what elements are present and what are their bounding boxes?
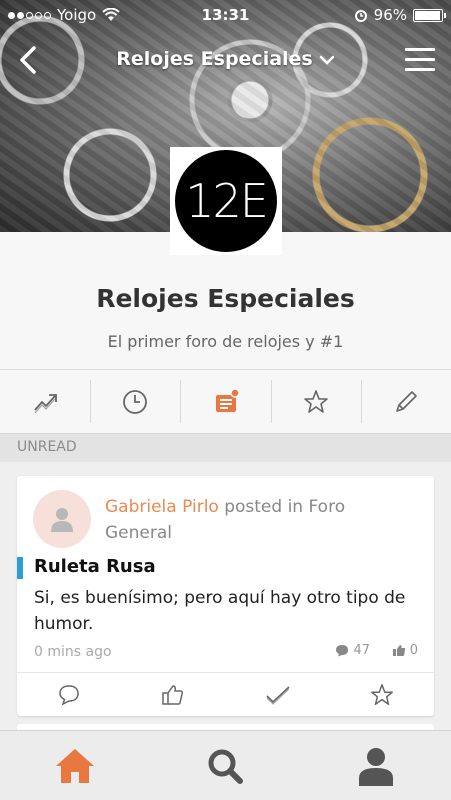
reply-button[interactable] bbox=[17, 673, 121, 716]
comment-count-value: 47 bbox=[353, 643, 370, 658]
chevron-down-icon bbox=[319, 49, 335, 71]
forum-switcher[interactable]: Relojes Especiales bbox=[0, 48, 451, 71]
star-icon bbox=[303, 389, 328, 413]
unread-icon bbox=[215, 387, 240, 412]
user-profile-icon bbox=[358, 747, 393, 786]
favorite-button[interactable] bbox=[330, 673, 434, 716]
thumbs-up-small-icon bbox=[392, 645, 405, 656]
star-outline-icon bbox=[370, 683, 393, 705]
user-icon bbox=[51, 508, 73, 532]
nav-home[interactable] bbox=[0, 731, 150, 800]
tab-compose[interactable] bbox=[360, 370, 451, 433]
comment-count: 47 bbox=[335, 643, 370, 658]
forum-logo: 12E bbox=[170, 147, 282, 255]
tab-favorites[interactable] bbox=[270, 370, 361, 433]
like-button[interactable] bbox=[121, 673, 225, 716]
thumbs-up-icon bbox=[162, 684, 184, 705]
battery-percent: 96% bbox=[373, 6, 407, 24]
pencil-icon bbox=[396, 390, 417, 412]
forum-tab-bar bbox=[0, 370, 451, 434]
avatar[interactable] bbox=[33, 490, 91, 548]
menu-button[interactable] bbox=[405, 48, 435, 72]
status-bar: Yoigo 13:31 96% bbox=[0, 0, 451, 30]
search-icon bbox=[208, 749, 244, 784]
checkmark-icon bbox=[266, 685, 290, 705]
forum-name: Relojes Especiales bbox=[96, 284, 355, 313]
section-header-unread: UNREAD bbox=[0, 434, 451, 462]
home-icon bbox=[56, 748, 95, 783]
topic-card[interactable]: Gabriela Pirlo posted in Foro General Ru… bbox=[17, 476, 434, 716]
title-accent-bar bbox=[17, 557, 23, 579]
post-body: Si, es buenísimo; pero aquí hay otro tip… bbox=[34, 588, 406, 634]
like-count: 0 bbox=[392, 643, 418, 658]
clock-icon bbox=[123, 389, 148, 414]
post-timestamp: 0 mins ago bbox=[34, 644, 112, 660]
like-count-value: 0 bbox=[409, 643, 418, 658]
status-right: 96% bbox=[354, 6, 446, 24]
post-title[interactable]: Ruleta Rusa bbox=[34, 556, 156, 577]
trending-icon bbox=[34, 393, 57, 413]
forum-logo-mark: 12E bbox=[175, 150, 277, 252]
card-actions bbox=[17, 672, 434, 716]
nav-title: Relojes Especiales bbox=[116, 48, 313, 70]
battery-icon bbox=[413, 8, 446, 22]
comment-bubble-icon bbox=[336, 645, 349, 657]
nav-search[interactable] bbox=[150, 731, 300, 800]
alarm-icon bbox=[354, 10, 367, 22]
tab-trending[interactable] bbox=[0, 370, 90, 433]
mark-read-button[interactable] bbox=[226, 673, 330, 716]
comment-icon bbox=[59, 684, 79, 705]
post-author[interactable]: Gabriela Pirlo bbox=[105, 497, 219, 517]
posted-in-text: posted in bbox=[224, 497, 304, 517]
forum-description: El primer foro de relojes y #1 bbox=[107, 332, 344, 351]
post-meta: Gabriela Pirlo posted in Foro General bbox=[105, 494, 405, 546]
bottom-nav bbox=[0, 730, 451, 800]
nav-profile[interactable] bbox=[301, 731, 451, 800]
nav-bar: Relojes Especiales bbox=[0, 38, 451, 82]
tab-recent[interactable] bbox=[90, 370, 180, 433]
tab-unread[interactable] bbox=[180, 370, 270, 433]
